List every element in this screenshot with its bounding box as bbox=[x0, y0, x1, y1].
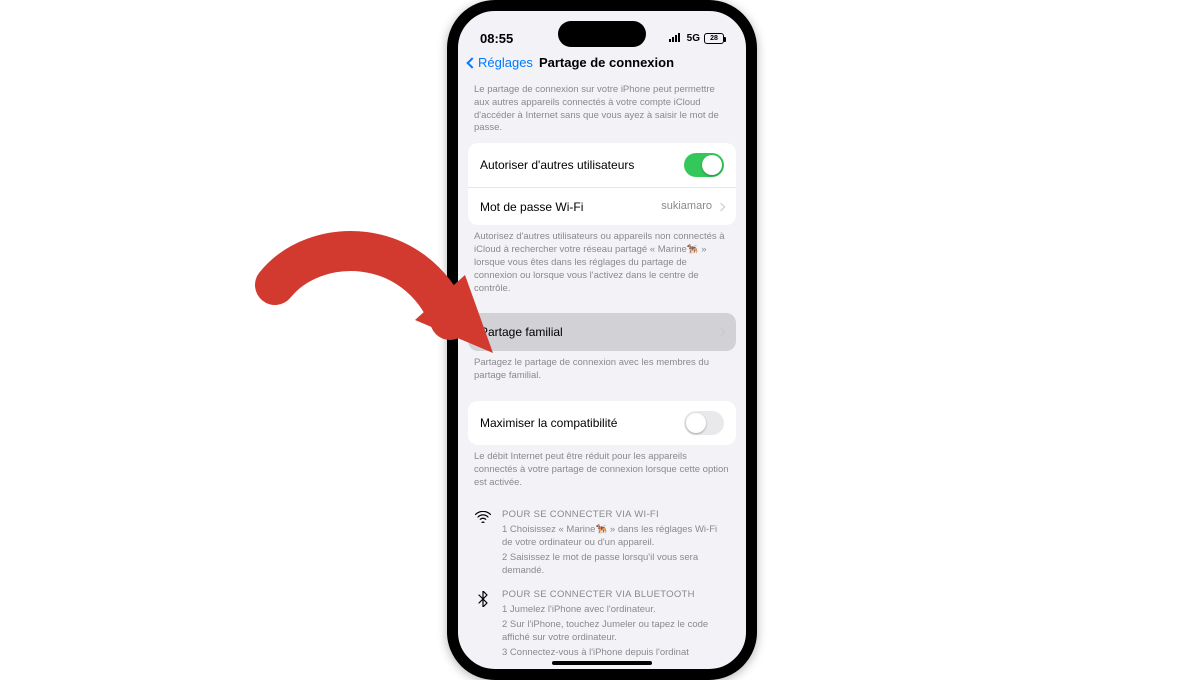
network-label: 5G bbox=[687, 33, 700, 44]
wifi-instr-title: POUR SE CONNECTER VIA WI-FI bbox=[502, 509, 730, 522]
compat-toggle[interactable] bbox=[684, 411, 724, 435]
wifi-instr-step2: 2 Saisissez le mot de passe lorsqu'il vo… bbox=[502, 550, 730, 578]
status-time: 08:55 bbox=[480, 31, 513, 46]
group-allow: Autoriser d'autres utilisateurs Mot de p… bbox=[468, 143, 736, 225]
back-label: Réglages bbox=[478, 55, 533, 70]
phone-frame: 08:55 5G 28 Réglages Partage de connexio… bbox=[447, 0, 757, 680]
bluetooth-icon bbox=[474, 589, 492, 659]
compat-help-text: Le débit Internet peut être réduit pour … bbox=[468, 445, 736, 497]
bt-instr-step2: 2 Sur l'iPhone, touchez Jumeler ou tapez… bbox=[502, 617, 730, 645]
chevron-right-icon bbox=[717, 328, 725, 336]
row-wifi-password[interactable]: Mot de passe Wi-Fi sukiamaro bbox=[468, 187, 736, 225]
chevron-right-icon bbox=[717, 203, 725, 211]
wifi-instr-step1: 1 Choisissez « Marine🐕‍🦺 » dans les régl… bbox=[502, 522, 730, 550]
allow-toggle[interactable] bbox=[684, 153, 724, 177]
group-family: Partage familial bbox=[468, 313, 736, 351]
wifi-icon bbox=[474, 509, 492, 577]
signal-icon bbox=[669, 32, 683, 45]
row-maximize-compat[interactable]: Maximiser la compatibilité bbox=[468, 401, 736, 445]
home-indicator[interactable] bbox=[552, 661, 652, 665]
instructions-bluetooth: POUR SE CONNECTER VIA BLUETOOTH 1 Jumele… bbox=[468, 583, 736, 665]
bt-instr-step3: 3 Connectez-vous à l'iPhone depuis l'ord… bbox=[502, 645, 730, 660]
bt-instr-title: POUR SE CONNECTER VIA BLUETOOTH bbox=[502, 589, 730, 602]
family-label: Partage familial bbox=[480, 324, 563, 340]
bt-instr-step1: 1 Jumelez l'iPhone avec l'ordinateur. bbox=[502, 602, 730, 617]
nav-bar: Réglages Partage de connexion bbox=[458, 55, 746, 78]
intro-text: Le partage de connexion sur votre iPhone… bbox=[468, 78, 736, 143]
family-help-text: Partagez le partage de connexion avec le… bbox=[468, 351, 736, 391]
wifi-password-label: Mot de passe Wi-Fi bbox=[480, 199, 583, 215]
wifi-password-value: sukiamaro bbox=[661, 199, 712, 214]
battery-percent: 28 bbox=[710, 35, 718, 42]
row-allow-others[interactable]: Autoriser d'autres utilisateurs bbox=[468, 143, 736, 187]
battery-icon: 28 bbox=[704, 33, 724, 44]
chevron-left-icon bbox=[466, 57, 477, 68]
dynamic-island bbox=[558, 21, 646, 47]
group-compat: Maximiser la compatibilité bbox=[468, 401, 736, 445]
allow-label: Autoriser d'autres utilisateurs bbox=[480, 157, 634, 173]
allow-help-text: Autorisez d'autres utilisateurs ou appar… bbox=[468, 225, 736, 303]
row-family-sharing[interactable]: Partage familial bbox=[468, 313, 736, 351]
screen: 08:55 5G 28 Réglages Partage de connexio… bbox=[458, 11, 746, 669]
compat-label: Maximiser la compatibilité bbox=[480, 415, 617, 431]
page-title: Partage de connexion bbox=[539, 55, 674, 70]
instructions-wifi: POUR SE CONNECTER VIA WI-FI 1 Choisissez… bbox=[468, 503, 736, 583]
back-button[interactable]: Réglages bbox=[468, 55, 533, 70]
content-scroll[interactable]: Le partage de connexion sur votre iPhone… bbox=[458, 78, 746, 669]
